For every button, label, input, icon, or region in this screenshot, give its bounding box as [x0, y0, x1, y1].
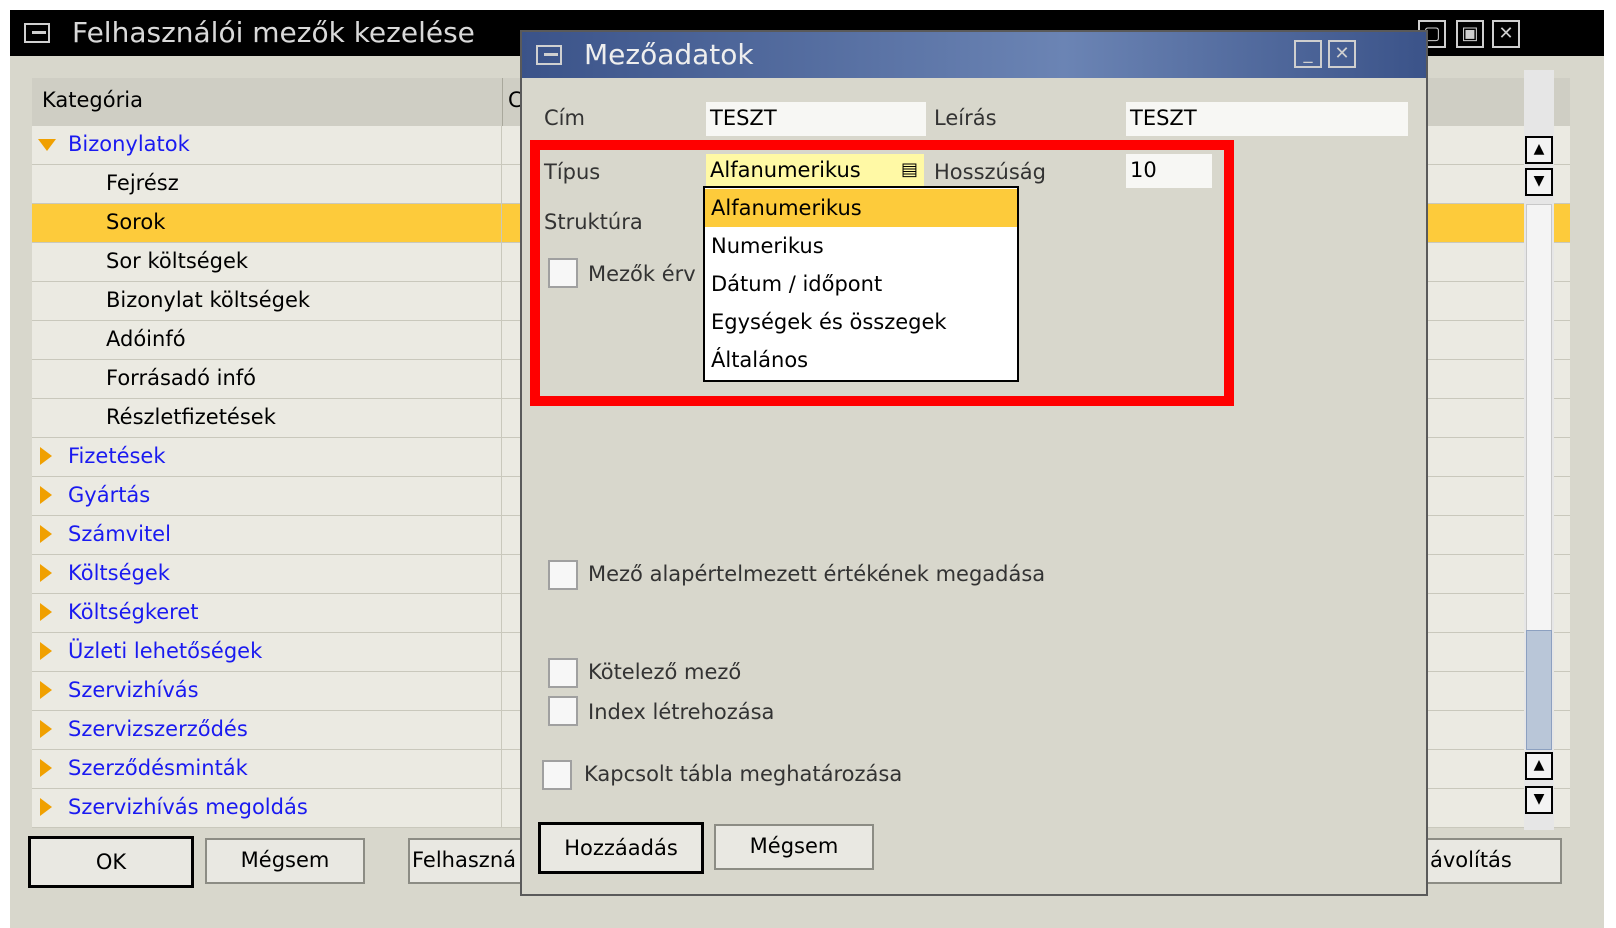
category-cell[interactable]: Fejrész — [32, 165, 502, 203]
scroll-up-icon[interactable]: ▲ — [1525, 136, 1553, 164]
mandatory-label: Kötelező mező — [588, 660, 742, 684]
collapsed-arrow-icon[interactable] — [40, 525, 52, 543]
category-label: Szervizhívás — [68, 678, 199, 702]
category-label: Fizetések — [68, 444, 166, 468]
type-option[interactable]: Alfanumerikus — [705, 189, 1017, 227]
category-label: Sor költségek — [106, 249, 249, 273]
dialog-close-icon[interactable]: ✕ — [1328, 40, 1356, 68]
category-cell[interactable]: Bizonylatok — [32, 126, 502, 164]
index-label: Index létrehozása — [588, 700, 775, 724]
category-label: Fejrész — [106, 171, 179, 195]
collapsed-arrow-icon[interactable] — [40, 486, 52, 504]
vertical-scrollbar[interactable]: ▲ ▼ ▲ ▼ — [1524, 70, 1554, 830]
collapsed-arrow-icon[interactable] — [40, 720, 52, 738]
category-cell[interactable]: Szervizhívás — [32, 672, 502, 710]
description-input[interactable]: TESZT — [1126, 102, 1408, 136]
linked-table-checkbox[interactable] — [542, 760, 572, 790]
maximize-icon[interactable]: ▣ — [1456, 20, 1484, 48]
page-down-icon[interactable]: ▼ — [1525, 786, 1553, 814]
type-option[interactable]: Numerikus — [705, 227, 1017, 265]
category-label: Sorok — [106, 210, 166, 234]
scroll-track[interactable] — [1526, 204, 1552, 684]
category-cell[interactable]: Fizetések — [32, 438, 502, 476]
scroll-down-icon[interactable]: ▼ — [1525, 168, 1553, 196]
description-label: Leírás — [934, 106, 997, 130]
scroll-thumb[interactable] — [1526, 630, 1552, 750]
column-header-category[interactable]: Kategória — [42, 88, 143, 112]
collapsed-arrow-icon[interactable] — [40, 603, 52, 621]
category-label: Részletfizetések — [106, 405, 276, 429]
type-option[interactable]: Dátum / időpont — [705, 265, 1017, 303]
category-label: Számvitel — [68, 522, 171, 546]
dialog-title: Mezőadatok — [584, 38, 754, 71]
type-option[interactable]: Egységek és összegek — [705, 303, 1017, 341]
category-cell[interactable]: Részletfizetések — [32, 399, 502, 437]
category-cell[interactable]: Költségek — [32, 555, 502, 593]
index-checkbox[interactable] — [548, 696, 578, 726]
linked-table-label: Kapcsolt tábla meghatározása — [584, 762, 903, 786]
category-label: Szervizszerződés — [68, 717, 248, 741]
category-cell[interactable]: Adóinfó — [32, 321, 502, 359]
category-cell[interactable]: Szerződésminták — [32, 750, 502, 788]
category-cell[interactable]: Bizonylat költségek — [32, 282, 502, 320]
ok-button[interactable]: OK — [28, 836, 194, 888]
column-divider — [502, 78, 503, 126]
category-label: Adóinfó — [106, 327, 186, 351]
category-label: Forrásadó infó — [106, 366, 256, 390]
category-label: Bizonylatok — [68, 132, 190, 156]
remove-button[interactable]: ávolítás — [1422, 838, 1562, 884]
type-option[interactable]: Általános — [705, 341, 1017, 379]
mandatory-checkbox[interactable] — [548, 658, 578, 688]
category-cell[interactable]: Szervizhívás megoldás — [32, 789, 502, 827]
category-label: Bizonylat költségek — [106, 288, 311, 312]
collapsed-arrow-icon[interactable] — [40, 642, 52, 660]
add-button[interactable]: Hozzáadás — [538, 822, 704, 874]
cancel-button[interactable]: Mégsem — [205, 838, 365, 884]
category-cell[interactable]: Gyártás — [32, 477, 502, 515]
category-cell[interactable]: Forrásadó infó — [32, 360, 502, 398]
collapsed-arrow-icon[interactable] — [40, 759, 52, 777]
category-cell[interactable]: Számvitel — [32, 516, 502, 554]
collapsed-arrow-icon[interactable] — [40, 798, 52, 816]
category-label: Szervizhívás megoldás — [68, 795, 308, 819]
category-label: Üzleti lehetőségek — [68, 639, 263, 663]
page-up-icon[interactable]: ▲ — [1525, 752, 1553, 780]
collapsed-arrow-icon[interactable] — [40, 681, 52, 699]
category-label: Gyártás — [68, 483, 151, 507]
title-label: Cím — [544, 106, 585, 130]
category-cell[interactable]: Sorok — [32, 204, 502, 242]
collapsed-arrow-icon[interactable] — [40, 447, 52, 465]
default-value-label: Mező alapértelmezett értékének megadása — [588, 562, 1046, 586]
dialog-form-icon — [536, 45, 562, 65]
category-cell[interactable]: Szervizszerződés — [32, 711, 502, 749]
category-label: Szerződésminták — [68, 756, 248, 780]
category-label: Költségkeret — [68, 600, 199, 624]
category-cell[interactable]: Költségkeret — [32, 594, 502, 632]
close-icon[interactable]: ✕ — [1492, 20, 1520, 48]
minimize-icon[interactable]: _ — [1294, 40, 1322, 68]
dialog-cancel-button[interactable]: Mégsem — [714, 824, 874, 870]
user-button[interactable]: Felhaszná — [408, 838, 538, 884]
category-cell[interactable]: Üzleti lehetőségek — [32, 633, 502, 671]
category-cell[interactable]: Sor költségek — [32, 243, 502, 281]
dialog-titlebar: Mezőadatok _ ✕ — [522, 32, 1426, 78]
window-form-icon — [24, 23, 50, 43]
title-input[interactable]: TESZT — [706, 102, 926, 136]
type-dropdown-list[interactable]: Alfanumerikus Numerikus Dátum / időpont Egy… — [703, 186, 1019, 382]
window-title: Felhasználói mezők kezelése — [72, 16, 475, 49]
category-label: Költségek — [68, 561, 170, 585]
collapsed-arrow-icon[interactable] — [40, 564, 52, 582]
default-value-checkbox[interactable] — [548, 560, 578, 590]
expanded-arrow-icon[interactable] — [38, 139, 56, 151]
